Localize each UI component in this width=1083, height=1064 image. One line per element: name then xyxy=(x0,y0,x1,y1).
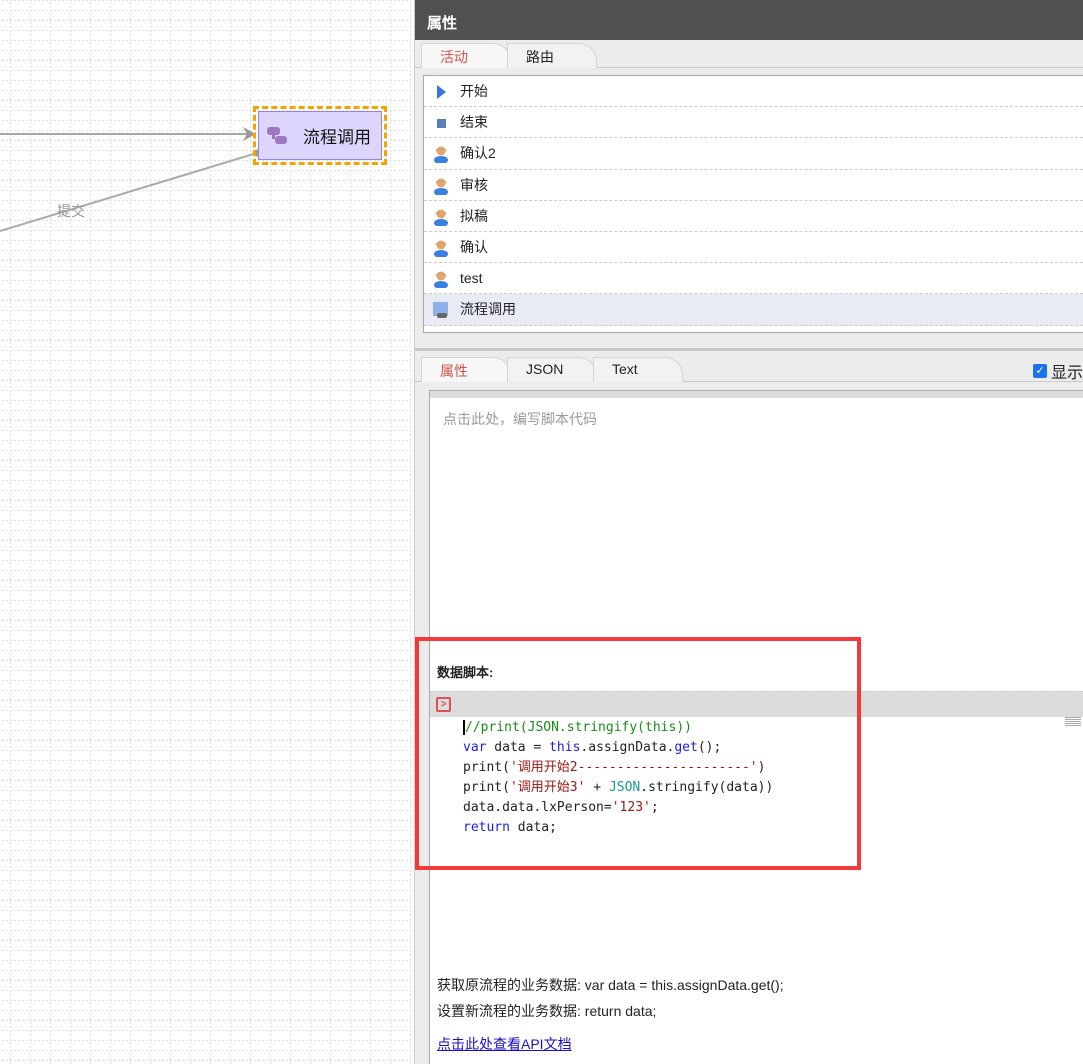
properties-panel: 属性 活动 路由 开始 结束 确认2 审核 拟稿 确认 test 流程调用 属性… xyxy=(414,0,1083,1064)
list-item-label: 确认 xyxy=(460,239,488,256)
user-icon xyxy=(434,240,448,257)
list-item[interactable]: 确认2 xyxy=(424,138,1083,170)
start-triangle-icon xyxy=(437,85,446,99)
top-tabs: 活动 路由 xyxy=(415,40,1083,68)
list-item-label: 结束 xyxy=(460,114,488,131)
script-placeholder[interactable]: 点击此处，编写脚本代码 xyxy=(443,409,597,429)
selected-node[interactable]: 流程调用 xyxy=(253,106,387,165)
show-checkbox-label: 显示 xyxy=(1050,365,1083,382)
subprocess-node[interactable]: 流程调用 xyxy=(258,111,382,160)
subprocess-icon xyxy=(433,302,448,319)
list-item-label: test xyxy=(460,270,483,287)
list-item[interactable]: 拟稿 xyxy=(424,201,1083,232)
api-docs-link[interactable]: 点击此处查看API文档 xyxy=(437,1034,572,1054)
list-item-label: 拟稿 xyxy=(460,207,488,224)
list-item-label: 流程调用 xyxy=(460,301,516,318)
activity-list: 开始 结束 确认2 审核 拟稿 确认 test 流程调用 xyxy=(423,75,1083,333)
highlight-annotation xyxy=(415,637,861,870)
list-item-selected[interactable]: 流程调用 xyxy=(424,294,1083,326)
list-item[interactable]: 审核 xyxy=(424,170,1083,201)
tab-json[interactable]: JSON xyxy=(507,357,597,382)
panel-title: 属性 xyxy=(415,0,1083,40)
end-square-icon xyxy=(437,119,446,129)
tab-activity[interactable]: 活动 xyxy=(421,43,511,68)
list-item[interactable]: 结束 xyxy=(424,107,1083,139)
splitter[interactable] xyxy=(415,348,1083,351)
edge-label: 提交 xyxy=(57,203,85,219)
note-set-data: 设置新流程的业务数据: return data; xyxy=(437,1003,657,1019)
list-item-label: 审核 xyxy=(460,176,488,193)
show-checkbox[interactable]: ✓ 显示 xyxy=(1032,359,1083,383)
bottom-tabs: 属性 JSON Text xyxy=(415,354,1083,382)
tab-route[interactable]: 路由 xyxy=(507,43,597,68)
tab-properties[interactable]: 属性 xyxy=(421,357,511,382)
list-item[interactable]: test xyxy=(424,263,1083,295)
list-item[interactable]: 确认 xyxy=(424,232,1083,264)
user-icon xyxy=(434,146,448,164)
node-label: 流程调用 xyxy=(303,128,371,147)
list-item[interactable]: 开始 xyxy=(424,76,1083,108)
checkbox-checked-icon[interactable]: ✓ xyxy=(1032,364,1047,378)
note-get-data: 获取原流程的业务数据: var data = this.assignData.g… xyxy=(437,977,784,993)
editor-toolbar xyxy=(430,391,1083,398)
subprocess-icon xyxy=(267,125,291,147)
user-icon xyxy=(434,178,448,195)
flow-canvas[interactable]: 提交 流程调用 xyxy=(0,0,413,1064)
user-icon xyxy=(434,271,448,289)
code-minimap[interactable] xyxy=(1065,717,1081,727)
flow-edge-submit[interactable] xyxy=(0,152,258,232)
list-item-label: 确认2 xyxy=(460,145,496,162)
tab-text[interactable]: Text xyxy=(593,357,683,382)
list-item-label: 开始 xyxy=(460,83,488,100)
user-icon xyxy=(434,209,448,226)
